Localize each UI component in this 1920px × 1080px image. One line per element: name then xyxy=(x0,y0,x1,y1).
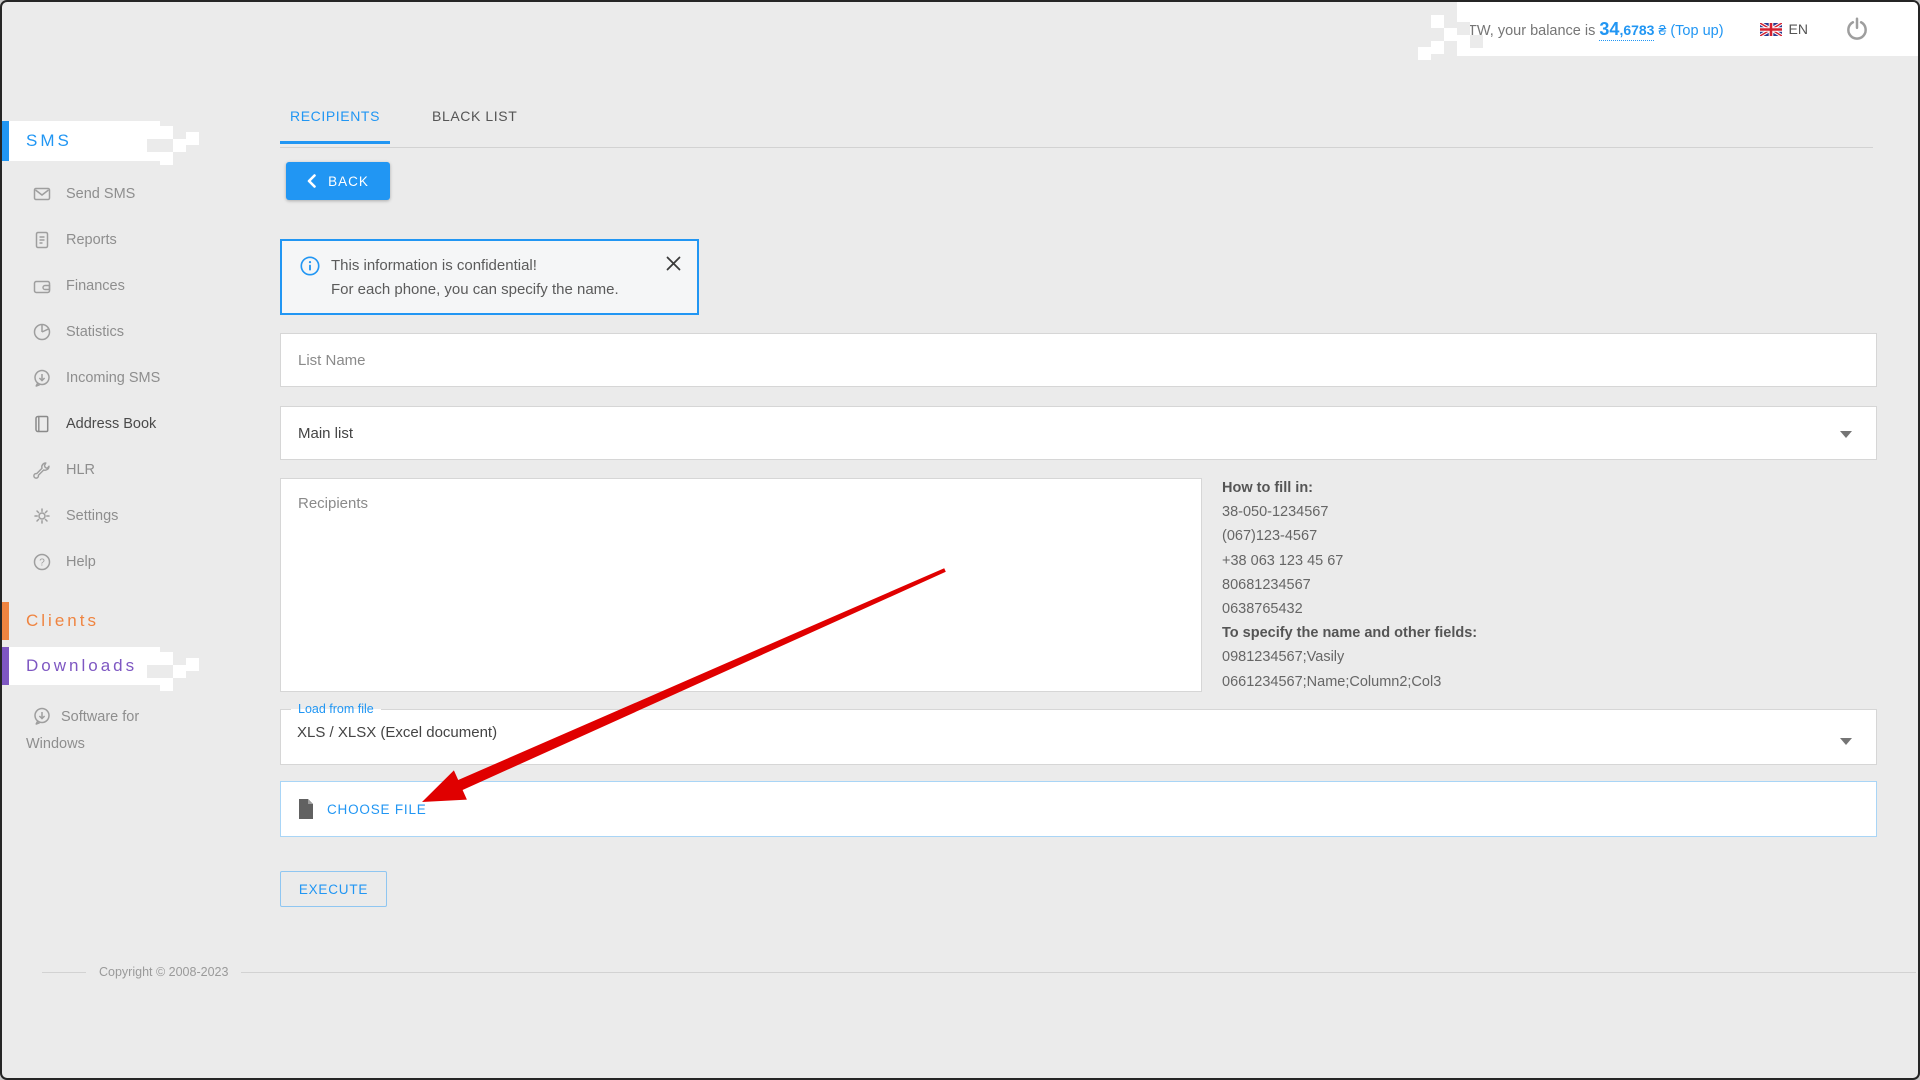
chevron-down-icon xyxy=(1840,431,1852,438)
choose-file-button[interactable]: CHOOSE FILE xyxy=(280,781,1877,837)
sidebar-item-send-sms[interactable]: Send SMS xyxy=(32,171,252,217)
logout-button[interactable] xyxy=(1844,16,1870,42)
download-bubble-icon xyxy=(32,706,52,726)
sidebar-item-label: Settings xyxy=(66,508,118,524)
sidebar-item-incoming-sms[interactable]: Incoming SMS xyxy=(32,355,252,401)
help-icon: ? xyxy=(32,552,52,572)
balance-amount[interactable]: 34,6783 xyxy=(1599,23,1654,41)
chevron-down-icon xyxy=(1840,738,1852,745)
help-example: 80681234567 xyxy=(1222,573,1642,597)
report-icon xyxy=(32,230,52,250)
recipients-textarea[interactable] xyxy=(281,479,1201,691)
tabbar: RECIPIENTS BLACK LIST xyxy=(280,108,527,144)
back-button-label: BACK xyxy=(328,174,369,189)
back-button[interactable]: BACK xyxy=(286,162,390,200)
language-label: EN xyxy=(1789,21,1808,37)
sidebar-item-hlr[interactable]: HLR xyxy=(32,447,252,493)
sidebar-item-statistics[interactable]: Statistics xyxy=(32,309,252,355)
incoming-sms-icon xyxy=(32,368,52,388)
wallet-icon xyxy=(32,276,52,296)
sidebar-item-label: HLR xyxy=(66,462,95,478)
svg-text:?: ? xyxy=(39,558,45,569)
language-selector[interactable]: EN xyxy=(1760,21,1808,37)
clients-section-label: Clients xyxy=(26,611,99,631)
footer-divider xyxy=(42,972,86,973)
copyright-text: Copyright © 2008-2023 xyxy=(86,965,241,979)
power-icon xyxy=(1844,16,1870,42)
info-box: This information is confidential! For ea… xyxy=(280,239,699,315)
sidebar-section-sms[interactable]: SMS xyxy=(2,121,160,161)
sidebar-item-label: Help xyxy=(66,554,96,570)
balance-prefix: TW, your balance is xyxy=(1468,23,1595,39)
top-up-link[interactable]: (Top up) xyxy=(1670,23,1723,39)
sidebar-item-label: Finances xyxy=(66,278,125,294)
sidebar-item-software-for-windows[interactable]: Software for Windows xyxy=(26,704,184,758)
choose-file-label: CHOOSE FILE xyxy=(327,802,427,817)
topbar: TW, your balance is 34,6783 ₴ (Top up) E… xyxy=(1457,2,1918,56)
sidebar-item-label: Address Book xyxy=(66,416,156,432)
help-example: 0661234567;Name;Column2;Col3 xyxy=(1222,670,1642,694)
help-example: +38 063 123 45 67 xyxy=(1222,549,1642,573)
help-example: (067)123-4567 xyxy=(1222,524,1642,548)
list-select[interactable]: Main list xyxy=(280,406,1877,460)
info-icon xyxy=(299,255,321,277)
load-from-file-select[interactable]: Load from file XLS / XLSX (Excel documen… xyxy=(280,702,1877,765)
list-name-input[interactable] xyxy=(281,334,1876,386)
sidebar-item-reports[interactable]: Reports xyxy=(32,217,252,263)
sidebar-section-clients[interactable]: Clients xyxy=(2,602,160,640)
info-line2: For each phone, you can specify the name… xyxy=(331,278,619,302)
sidebar-item-settings[interactable]: Settings xyxy=(32,493,252,539)
help-title-fill: How to fill in: xyxy=(1222,476,1642,500)
help-example: 0638765432 xyxy=(1222,597,1642,621)
tabbar-divider xyxy=(280,147,1873,148)
help-example: 38-050-1234567 xyxy=(1222,500,1642,524)
currency-symbol: ₴ xyxy=(1659,22,1667,38)
sidebar-item-address-book[interactable]: Address Book xyxy=(32,401,252,447)
load-from-file-value: XLS / XLSX (Excel document) xyxy=(281,716,1876,741)
help-panel: How to fill in: 38-050-1234567 (067)123-… xyxy=(1222,476,1642,694)
sidebar-item-finances[interactable]: Finances xyxy=(32,263,252,309)
chevron-left-icon xyxy=(307,174,316,188)
sidebar-menu: Send SMS Reports Finances Statistics xyxy=(32,171,252,585)
sms-section-label: SMS xyxy=(26,131,72,151)
sidebar-section-downloads[interactable]: Downloads xyxy=(2,647,160,685)
load-from-file-label: Load from file xyxy=(291,702,381,716)
info-line1: This information is confidential! xyxy=(331,254,619,278)
list-name-field-wrap xyxy=(280,333,1877,387)
tab-recipients[interactable]: RECIPIENTS xyxy=(280,108,390,144)
footer-divider xyxy=(241,972,1916,973)
file-icon xyxy=(298,799,314,819)
downloads-section-label: Downloads xyxy=(26,656,137,676)
sidebar-item-label: Incoming SMS xyxy=(66,370,160,386)
sidebar-item-label: Send SMS xyxy=(66,186,135,202)
tab-black-list[interactable]: BLACK LIST xyxy=(422,108,527,144)
sidebar-item-label: Statistics xyxy=(66,324,124,340)
uk-flag-icon xyxy=(1760,23,1782,36)
app-window: TW, your balance is 34,6783 ₴ (Top up) E… xyxy=(0,0,1920,1080)
close-icon[interactable] xyxy=(664,254,683,278)
help-example: 0981234567;Vasily xyxy=(1222,645,1642,669)
sidebar-item-label: Reports xyxy=(66,232,117,248)
wrench-icon xyxy=(32,460,52,480)
gear-icon xyxy=(32,506,52,526)
address-book-icon xyxy=(32,414,52,434)
list-select-value: Main list xyxy=(298,425,353,442)
pie-chart-icon xyxy=(32,322,52,342)
help-title-fields: To specify the name and other fields: xyxy=(1222,621,1642,645)
recipients-field-wrap xyxy=(280,478,1202,692)
balance-text: TW, your balance is 34,6783 ₴ (Top up) xyxy=(1468,19,1724,40)
execute-button[interactable]: EXECUTE xyxy=(280,871,387,907)
envelope-icon xyxy=(32,184,52,204)
footer: Copyright © 2008-2023 xyxy=(42,964,1916,980)
sidebar-item-help[interactable]: ? Help xyxy=(32,539,252,585)
